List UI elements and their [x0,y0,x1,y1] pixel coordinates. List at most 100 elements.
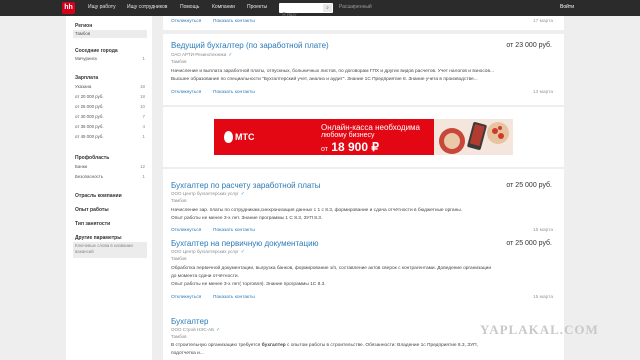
show-contacts-link[interactable]: Показать контакты [213,228,255,233]
vacancy-responsibilities-cont: до момента сдачи отчётности. [171,274,239,279]
show-contacts-link[interactable]: Показать контакты [213,295,255,300]
vacancy-city: Тамбов [171,59,187,64]
company-name-text: ООО Центр бухгалтерских услуг [171,249,239,254]
verified-check-icon: ✓ [216,327,221,333]
vacancy-title[interactable]: Бухгалтер на первичную документацию [171,239,319,248]
filters-sidebar: Регион Тамбов Соседние города Мичуринск … [66,16,152,360]
highlighted-keyword: бухгалтер [261,343,286,348]
respond-link[interactable]: Откликнуться [171,228,201,233]
company-name[interactable]: ООО Строй НЭС-АБ ✓ [171,327,220,333]
vacancy-responsibilities: Обработка первичной документации, выгруз… [171,266,492,271]
company-name[interactable]: ООО Центр бухгалтерских услуг ✓ [171,191,245,197]
mts-logo: МТС [224,131,256,143]
filter-label: Безопасность [75,174,104,179]
vacancy-title[interactable]: Бухгалтер по расчету заработной платы [171,181,321,190]
vacancy-requirements: Высшее образование по специальности "Бух… [171,77,478,82]
respond-link[interactable]: Откликнуться [171,19,201,24]
vacancy-list: Откликнуться Показать контакты 17 марта … [163,16,564,360]
filter-salary-25000[interactable]: от 25 000 руб. 10 [73,103,147,111]
filter-region-tambov[interactable]: Тамбов [73,30,147,38]
filter-salary-35000[interactable]: от 35 000 руб. 4 [73,123,147,131]
filter-label: от 30 000 руб. [75,114,104,119]
company-name[interactable]: ООО Центр бухгалтерских услуг ✓ [171,249,245,255]
respond-link[interactable]: Откликнуться [171,295,201,300]
filter-salary-specified[interactable]: Указана 18 [73,83,147,91]
filter-count: 7 [142,114,145,119]
vacancy-card: Ведущий бухгалтер (по заработной плате) … [163,34,564,105]
vacancy-requirements: Опыт работы не менее 3-х лет( торговля).… [171,282,326,287]
filter-label: Банки [75,164,88,169]
nav-companies[interactable]: Компании [212,4,235,10]
banner-price-line: от 18 900 ₽ [321,140,379,154]
company-name-text: ОАО АРТИ-Резинотехника [171,52,227,57]
filter-count: 12 [140,164,145,169]
vacancy-requirements: Опыт работы не менее 3-х лет. Знание про… [171,216,323,221]
banner-headline: Онлайн-касса необходима [321,123,421,132]
vacancy-salary: от 23 000 руб. [506,42,552,49]
vacancy-responsibilities: Начисление и выплата заработной платы, о… [171,69,495,74]
text-segment: В строительную организацию требуется [171,343,262,348]
banner-price: 18 900 ₽ [331,140,379,154]
experience-filter-title[interactable]: Опыт работы [75,207,109,213]
top-bar: hh Ищу работу Ищу сотрудников Помощь Ком… [0,0,640,20]
nav-help[interactable]: Помощь [180,4,199,10]
vacancy-card: Откликнуться Показать контакты 17 марта [163,16,564,30]
vacancy-card: Бухгалтер по расчету заработной платы от… [163,169,564,237]
vacancy-date: 13 марта [532,90,553,95]
salary-title: Зарплата [75,75,99,81]
advanced-search-link[interactable]: Расширенный [339,4,372,10]
nav-projects[interactable]: Проекты [247,4,267,10]
text-segment: с опытом работы в строительстве. Обязанн… [285,343,478,348]
filter-count: 18 [140,84,145,89]
company-name[interactable]: ОАО АРТИ-Резинотехника ✓ [171,52,232,58]
search-box: ⌕ [279,3,333,20]
company-name-text: ООО Строй НЭС-АБ [171,327,215,332]
show-contacts-link[interactable]: Показать контакты [213,90,255,95]
mts-ad-banner[interactable]: МТС Онлайн-касса необходима любому бизне… [214,119,513,155]
vacancy-responsibilities: Начисление зар. платы по сотрудникам,син… [171,208,462,213]
login-link[interactable]: Войти [560,4,574,10]
filter-count: 18 [140,94,145,99]
keywords-in-title-option[interactable]: Ключевые слова в названии вакансий [73,242,147,258]
vacancy-date: 17 марта [532,19,553,24]
filter-count: 4 [142,124,145,129]
mts-brand: МТС [235,132,255,142]
filter-count: 1 [142,174,145,179]
employment-filter-title[interactable]: Тип занятости [75,221,110,227]
filter-profarea-banks[interactable]: Банки 12 [73,163,147,171]
filter-label: от 45 000 руб. [75,134,104,139]
filter-label: Мичуринск [75,56,97,61]
filter-profarea-security[interactable]: Безопасность 1 [73,173,147,181]
filter-count: 1 [142,134,145,139]
filter-label: Тамбов [75,31,91,36]
filter-salary-20000[interactable]: от 20 000 руб. 18 [73,93,147,101]
industry-filter-title[interactable]: Отрасль компании [75,193,122,199]
filter-label: Указана [75,84,92,89]
hh-logo[interactable]: hh [62,2,75,14]
search-icon[interactable]: ⌕ [323,4,332,12]
vacancy-city: Тамбов [171,334,187,339]
filter-salary-30000[interactable]: от 30 000 руб. 7 [73,113,147,121]
vacancy-card: Бухгалтер на первичную документацию от 2… [163,237,564,319]
profarea-title: Профобласть [75,155,110,161]
filter-label: от 20 000 руб. [75,94,104,99]
nav-find-job[interactable]: Ищу работу [88,4,116,10]
verified-check-icon: ✓ [240,249,245,255]
vacancy-city: Тамбов [171,198,187,203]
verified-check-icon: ✓ [240,191,245,197]
show-contacts-link[interactable]: Показать контакты [213,19,255,24]
vacancy-salary: от 25 000 руб. [506,182,552,189]
respond-link[interactable]: Откликнуться [171,90,201,95]
filter-nearby-michurinsk[interactable]: Мичуринск 1 [73,55,147,63]
filter-salary-45000[interactable]: от 45 000 руб. 1 [73,133,147,141]
vacancy-title[interactable]: Ведущий бухгалтер (по заработной плате) [171,41,329,50]
vacancy-title[interactable]: Бухгалтер [171,317,208,326]
mts-egg-icon [224,131,233,143]
other-params-title[interactable]: Другие параметры [75,235,121,241]
nav-find-employees[interactable]: Ищу сотрудников [127,4,167,10]
vacancy-city: Тамбов [171,256,187,261]
banner-from: от [321,146,328,153]
filter-count: 1 [142,56,145,61]
company-name-text: ООО Центр бухгалтерских услуг [171,191,239,196]
banner-subline: любому бизнесу [321,132,375,139]
